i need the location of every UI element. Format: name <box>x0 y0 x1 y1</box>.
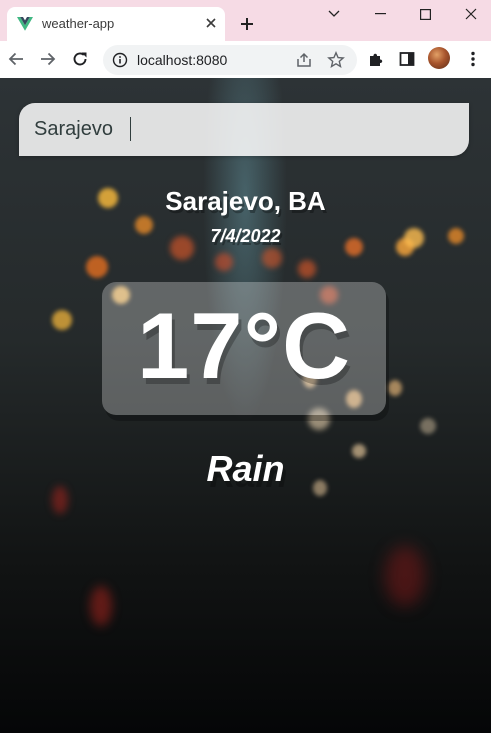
tab-search-chevron-icon[interactable] <box>311 0 357 28</box>
temperature-value: 17°C <box>136 293 352 398</box>
search-input[interactable] <box>19 103 469 156</box>
tab-close-icon[interactable] <box>203 15 219 31</box>
share-icon[interactable] <box>295 51 313 69</box>
address-bar[interactable]: localhost:8080 <box>103 45 357 75</box>
text-caret <box>130 117 131 141</box>
bookmark-star-icon[interactable] <box>327 51 345 69</box>
browser-title-bar: weather-app <box>0 0 491 41</box>
location-name: Sarajevo, BA <box>165 186 326 216</box>
browser-toolbar: localhost:8080 <box>0 41 491 78</box>
url-text[interactable]: localhost:8080 <box>137 52 227 68</box>
forward-arrow-icon[interactable] <box>38 49 58 69</box>
site-info-icon[interactable] <box>112 52 128 68</box>
tab-title: weather-app <box>42 16 115 31</box>
new-tab-icon[interactable] <box>238 15 256 33</box>
vue-logo-icon <box>17 17 33 31</box>
side-panel-icon[interactable] <box>397 49 417 69</box>
browser-tab[interactable]: weather-app <box>7 7 225 41</box>
current-date: 7/4/2022 <box>210 226 281 246</box>
close-window-icon[interactable] <box>448 0 491 28</box>
minimize-icon[interactable] <box>357 0 403 28</box>
search-box[interactable] <box>19 103 469 156</box>
weather-condition: Rain <box>206 448 285 489</box>
profile-avatar[interactable] <box>428 47 450 69</box>
weather-app-page: Sarajevo, BA 7/4/2022 17°C Rain <box>0 78 491 733</box>
reload-icon[interactable] <box>70 49 90 69</box>
maximize-icon[interactable] <box>402 0 448 28</box>
temperature-card: 17°C <box>102 282 386 415</box>
more-menu-icon[interactable] <box>463 49 483 69</box>
back-arrow-icon[interactable] <box>6 49 26 69</box>
extensions-puzzle-icon[interactable] <box>366 49 386 69</box>
